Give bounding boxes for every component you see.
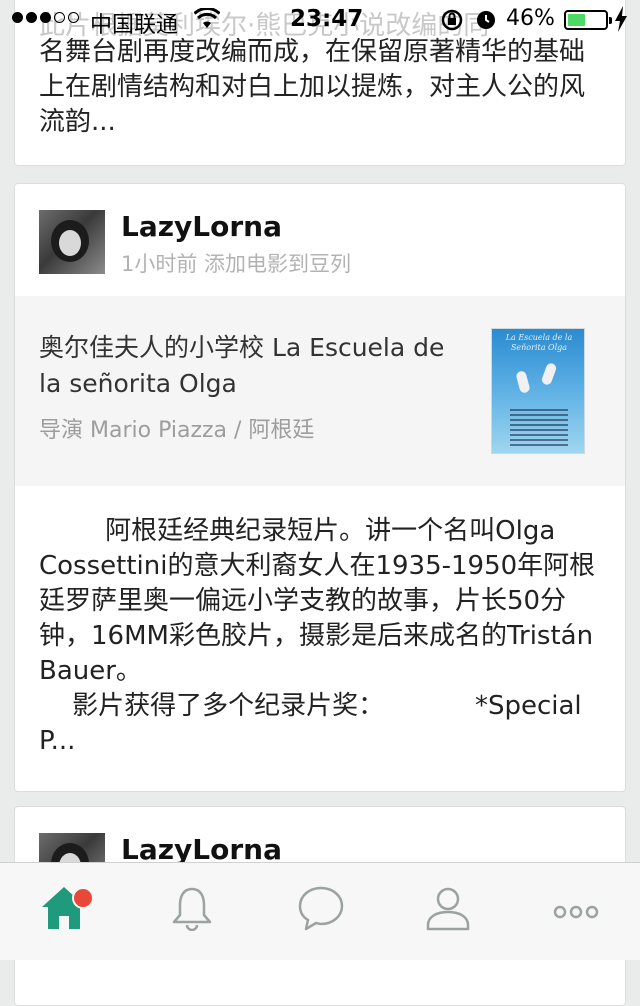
carrier-name: 中国联通 [90,13,179,38]
rotation-lock-icon [440,8,464,38]
post-meta: 1小时前 添加电影到豆列 [121,252,352,276]
notification-badge [72,887,94,909]
more-dots-icon [553,905,599,919]
bell-icon [172,887,212,931]
card-excerpt: 名舞台剧再度改编而成，在保留原著精华的基础上在剧情结构和对白上加以提炼，对主人公… [39,37,586,137]
movie-director: 导演 Mario Piazza / 阿根廷 [39,418,315,443]
wifi-icon [193,6,221,36]
battery-percent: 46% [506,6,555,31]
poster-title: La Escuela de la Señorita Olga [505,333,573,352]
clock: 23:47 [290,6,364,32]
username[interactable]: LazyLorna [121,210,282,243]
tab-bar [0,862,640,960]
tab-profile[interactable] [384,863,512,961]
signal-strength-icon [12,12,79,23]
charging-icon [614,6,628,38]
movie-poster: La Escuela de la Señorita Olga [491,328,585,454]
movie-attachment[interactable]: 奥尔佳夫人的小学校 La Escuela de la señorita Olga… [15,296,625,486]
chat-bubble-icon [298,886,344,931]
alarm-icon [474,8,498,38]
feed-card[interactable]: LazyLorna 1小时前 添加电影到豆列 奥尔佳夫人的小学校 La Escu… [14,183,626,792]
tab-messages[interactable] [256,863,384,961]
tab-more[interactable] [512,863,640,961]
movie-title: 奥尔佳夫人的小学校 La Escuela de la señorita Olga [39,333,445,398]
avatar[interactable] [39,210,105,274]
tab-notifications[interactable] [128,863,256,961]
status-bar: 中国联通 23:47 46% [0,0,640,40]
tab-home[interactable] [0,863,128,961]
battery-icon [564,10,612,30]
post-description: 阿根廷经典纪录短片。讲一个名叫Olga Cossettini的意大利裔女人在19… [39,516,596,756]
person-icon [426,887,470,931]
